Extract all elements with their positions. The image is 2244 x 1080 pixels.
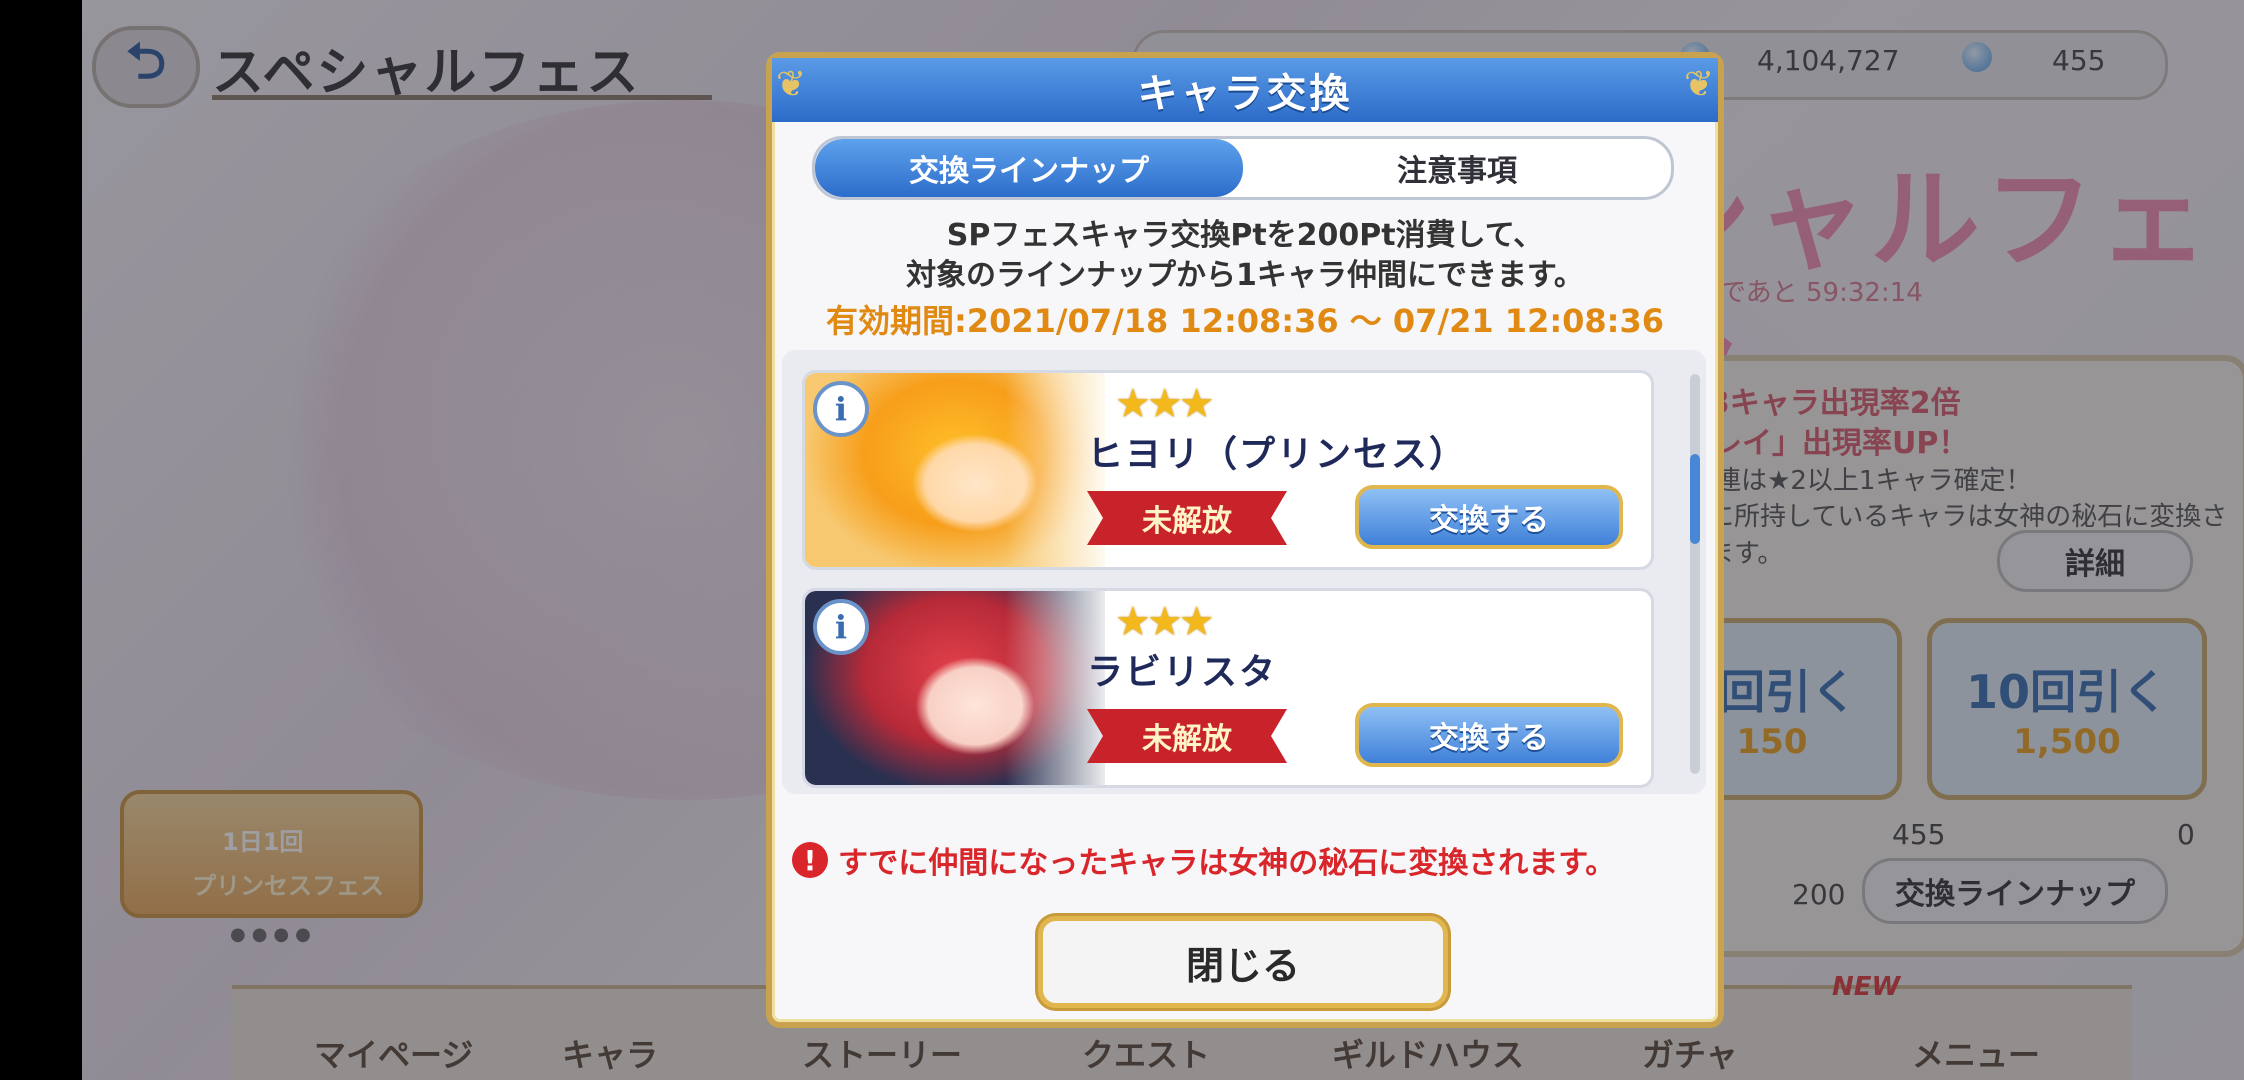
warning-text: すでに仲間になったキャラは女神の秘石に変換されます。 xyxy=(838,846,1616,881)
dialog-title: キャラ交換 xyxy=(1137,71,1353,117)
dialog-header: ❦ キャラ交換 ❦ xyxy=(772,58,1718,122)
character-name: ヒヨリ（プリンセス） xyxy=(1087,434,1468,475)
close-button[interactable]: 閉じる xyxy=(1038,916,1448,1008)
list-item: i ★★★ ヒヨリ（プリンセス） 未解放 交換する xyxy=(802,370,1654,570)
ornament-icon: ❦ xyxy=(776,64,807,105)
info-icon[interactable]: i xyxy=(813,381,869,437)
character-name: ラビリスタ xyxy=(1087,652,1278,693)
tab-lineup[interactable]: 交換ラインナップ xyxy=(815,139,1243,197)
character-list[interactable]: i ★★★ ヒヨリ（プリンセス） 未解放 交換する i ★★★ ラビリスタ 未解… xyxy=(782,350,1706,794)
rarity-stars: ★★★ xyxy=(1115,599,1215,645)
list-item: i ★★★ ラビリスタ 未解放 交換する xyxy=(802,588,1654,788)
scrollbar-thumb[interactable] xyxy=(1690,454,1700,544)
tab-notes[interactable]: 注意事項 xyxy=(1243,139,1671,197)
exchange-button[interactable]: 交換する xyxy=(1355,703,1623,767)
exclamation-icon: ! xyxy=(792,842,828,878)
description-line-1: SPフェスキャラ交換Ptを200Pt消費して、 xyxy=(946,218,1544,253)
status-badge: 未解放 xyxy=(1087,709,1287,763)
description-line-2: 対象のラインナップから1キャラ仲間にできます。 xyxy=(906,258,1584,293)
info-icon[interactable]: i xyxy=(813,599,869,655)
ornament-icon: ❦ xyxy=(1684,64,1715,105)
validity-period: 有効期間:2021/07/18 12:08:36 ～ 07/21 12:08:3… xyxy=(826,302,1664,340)
list-scrollbar[interactable] xyxy=(1690,374,1700,774)
character-exchange-dialog: ❦ キャラ交換 ❦ 交換ラインナップ 注意事項 SPフェスキャラ交換Ptを200… xyxy=(766,52,1724,1028)
status-badge: 未解放 xyxy=(1087,491,1287,545)
rarity-stars: ★★★ xyxy=(1115,381,1215,427)
game-screen: ⮌ スペシャルフェス 4,104,727 455 シャルフェス 終了まであと 5… xyxy=(82,0,2244,1080)
exchange-button[interactable]: 交換する xyxy=(1355,485,1623,549)
dialog-tabs: 交換ラインナップ 注意事項 xyxy=(812,136,1674,200)
warning-message: ! すでに仲間になったキャラは女神の秘石に変換されます。 xyxy=(792,838,1615,882)
